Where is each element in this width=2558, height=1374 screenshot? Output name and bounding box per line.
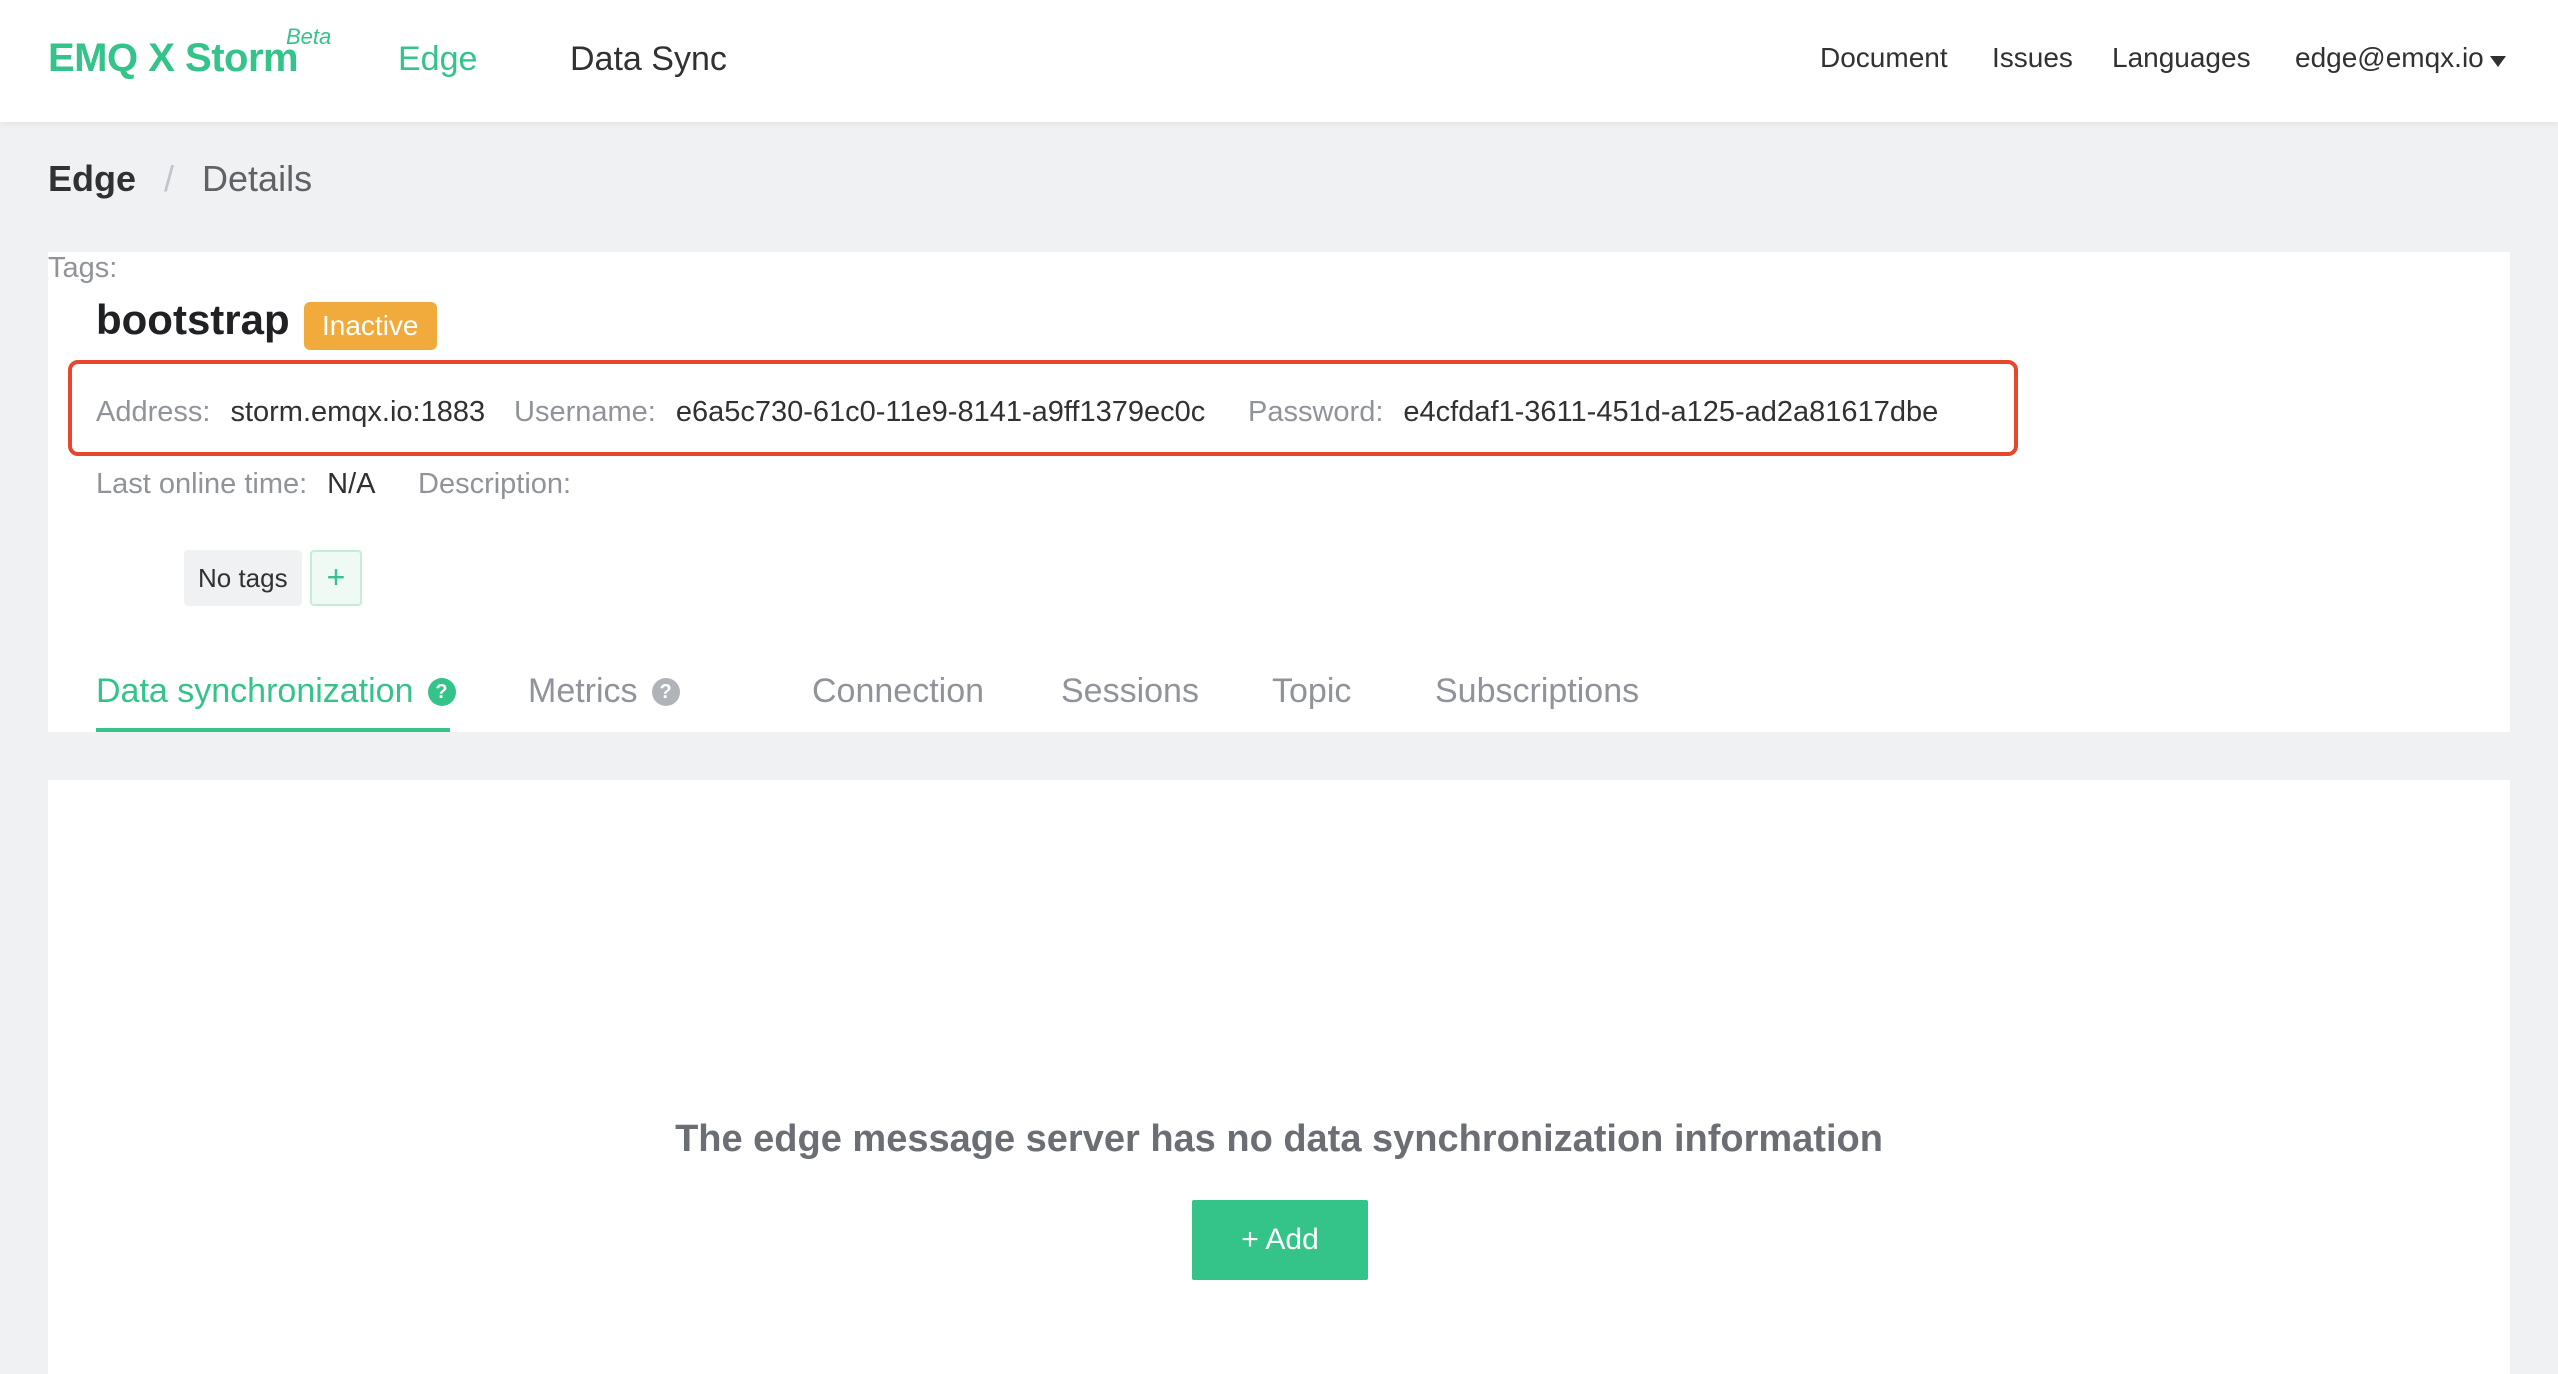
address-value: storm.emqx.io:1883	[230, 396, 486, 428]
beta-badge: Beta	[286, 24, 332, 49]
tab-topic[interactable]: Topic	[1272, 672, 1351, 711]
tab-subscriptions[interactable]: Subscriptions	[1435, 672, 1639, 711]
tab-data-synchronization[interactable]: Data synchronization?	[96, 672, 456, 711]
address-field: Address: storm.emqx.io:1883	[96, 396, 485, 429]
edge-name: bootstrap	[96, 296, 290, 343]
empty-state-message: The edge message server has no data sync…	[675, 1118, 1883, 1160]
last-online-label: Last online time:	[96, 468, 308, 500]
password-value: e4cfdaf1-3611-451d-a125-ad2a81617dbe	[1403, 396, 1939, 428]
active-tab-indicator	[96, 728, 450, 732]
app-logo[interactable]: EMQ X Storm	[48, 36, 299, 81]
nav-languages-menu[interactable]: Languages	[2112, 42, 2251, 74]
nav-issues-link[interactable]: Issues	[1992, 42, 2073, 74]
breadcrumb: Edge / Details	[48, 158, 312, 200]
username-label: Username:	[514, 396, 656, 428]
username-value: e6a5c730-61c0-11e9-8141-a9ff1379ec0c	[675, 396, 1206, 428]
description-label: Description:	[418, 468, 572, 500]
top-header: EMQ X Storm Beta Edge Data Sync Document…	[0, 0, 2558, 122]
tags-label: Tags:	[48, 252, 118, 284]
tab-label: Data synchronization	[96, 672, 414, 710]
tab-sessions[interactable]: Sessions	[1061, 672, 1199, 711]
tab-connection[interactable]: Connection	[812, 672, 984, 711]
add-button[interactable]: + Add	[1192, 1200, 1368, 1280]
add-tag-button[interactable]: +	[310, 550, 362, 606]
data-sync-panel: The edge message server has no data sync…	[48, 780, 2510, 1374]
username-field: Username: e6a5c730-61c0-11e9-8141-a9ff137…	[514, 396, 1205, 429]
address-label: Address:	[96, 396, 211, 428]
status-badge: Inactive	[304, 302, 437, 350]
breadcrumb-edge[interactable]: Edge	[48, 158, 136, 199]
last-online-value: N/A	[327, 468, 376, 500]
nav-edge[interactable]: Edge	[398, 40, 477, 79]
nav-document-link[interactable]: Document	[1820, 42, 1948, 74]
password-label: Password:	[1248, 396, 1384, 428]
password-field: Password: e4cfdaf1-3611-451d-a125-ad2a816…	[1248, 396, 1938, 429]
no-tags-tag: No tags	[184, 550, 302, 606]
tab-metrics[interactable]: Metrics?	[528, 672, 680, 711]
chevron-down-icon[interactable]	[2490, 56, 2506, 67]
last-online-field: Last online time: N/A	[96, 468, 376, 501]
edge-detail-card: bootstrap Inactive Address: storm.emqx.io…	[48, 252, 2510, 732]
breadcrumb-current: Details	[202, 158, 313, 199]
nav-data-sync[interactable]: Data Sync	[570, 40, 727, 79]
user-menu[interactable]: edge@emqx.io	[2295, 42, 2484, 74]
description-field: Description:	[418, 468, 591, 501]
help-icon[interactable]: ?	[427, 678, 456, 706]
tab-label: Metrics	[528, 672, 638, 710]
help-icon[interactable]: ?	[651, 678, 680, 706]
breadcrumb-separator: /	[164, 158, 175, 199]
